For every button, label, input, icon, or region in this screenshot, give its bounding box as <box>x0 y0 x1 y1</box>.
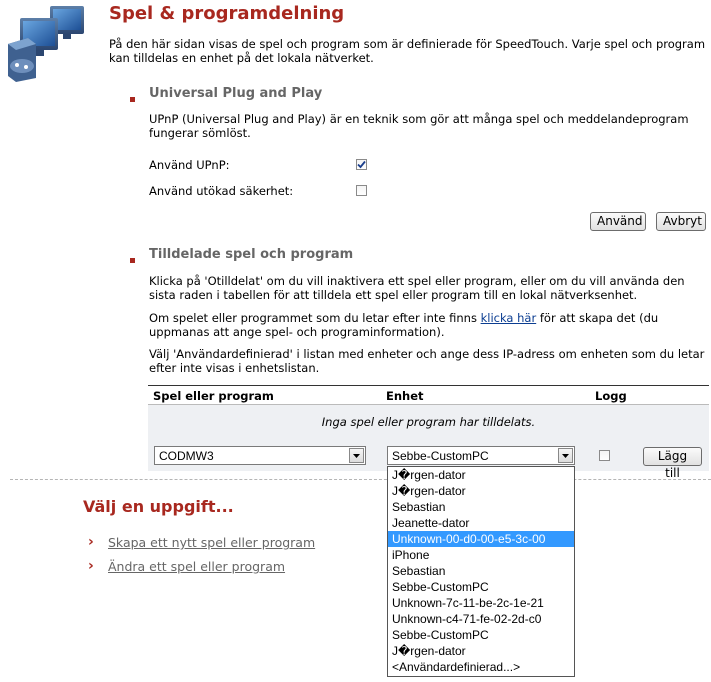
add-button[interactable]: Lägg till <box>643 447 702 480</box>
chevron-down-icon <box>558 448 573 463</box>
page-intro: På den här sidan visas de spel och progr… <box>109 37 706 65</box>
chevron-right-icon: › <box>88 534 94 550</box>
dropdown-option[interactable]: J�rgen-dator <box>388 643 574 659</box>
col-header-game: Spel eller program <box>153 389 274 403</box>
page-title: Spel & programdelning <box>109 3 345 24</box>
assigned-para-2-text: Om spelet eller programmet som du letar … <box>149 311 481 325</box>
dropdown-option[interactable]: Sebastian <box>388 499 574 515</box>
game-select-value: CODMW3 <box>159 449 214 463</box>
dropdown-option[interactable]: Unknown-00-d0-00-e5-3c-00 <box>388 531 574 547</box>
section-divider <box>10 479 711 480</box>
task-create-link[interactable]: Skapa ett nytt spel eller program <box>108 535 315 550</box>
col-header-log: Logg <box>595 389 627 403</box>
dropdown-option[interactable]: J�rgen-dator <box>388 467 574 483</box>
apply-button[interactable]: Använd <box>590 212 646 231</box>
dropdown-option[interactable]: Jeanette-dator <box>388 515 574 531</box>
empty-row-text: Inga spel eller program har tilldelats. <box>321 415 536 429</box>
section-bullet <box>130 258 135 263</box>
cancel-button[interactable]: Avbryt <box>656 212 706 231</box>
table-top-border <box>148 385 709 386</box>
dropdown-option[interactable]: Sebbe-CustomPC <box>388 579 574 595</box>
section-bullet <box>130 97 135 102</box>
dropdown-option[interactable]: Unknown-7c-11-be-2c-1e-21 <box>388 595 574 611</box>
chevron-right-icon: › <box>88 558 94 574</box>
create-link[interactable]: klicka här <box>481 311 537 325</box>
task-edit-link[interactable]: Ändra ett spel eller program <box>108 559 285 574</box>
page-logo <box>6 4 88 82</box>
dropdown-option[interactable]: Sebbe-CustomPC <box>388 627 574 643</box>
dropdown-option[interactable]: Unknown-c4-71-fe-02-2d-c0 <box>388 611 574 627</box>
dropdown-option[interactable]: iPhone <box>388 547 574 563</box>
device-dropdown-list[interactable]: J�rgen-dator J�rgen-dator Sebastian Jeanett… <box>387 466 575 677</box>
assigned-para-1: Klicka på 'Otilldelat' om du vill inakti… <box>149 274 685 302</box>
assigned-para-3: Välj 'Användardefinierad' i listan med e… <box>149 347 705 375</box>
checkmark-icon <box>357 160 366 169</box>
extended-security-label: Använd utökad säkerhet: <box>149 184 294 198</box>
extended-security-checkbox[interactable] <box>356 185 367 196</box>
game-select[interactable]: CODMW3 <box>154 446 366 465</box>
dropdown-option[interactable]: J�rgen-dator <box>388 483 574 499</box>
chevron-down-icon <box>349 448 364 463</box>
log-checkbox[interactable] <box>599 450 610 461</box>
assigned-para-2: Om spelet eller programmet som du letar … <box>149 311 709 339</box>
upnp-section-title: Universal Plug and Play <box>149 86 323 101</box>
dropdown-option[interactable]: <Användardefinierad...> <box>388 659 574 675</box>
device-select-value: Sebbe-CustomPC <box>392 449 489 463</box>
dropdown-option[interactable]: Sebastian <box>388 563 574 579</box>
use-upnp-label: Använd UPnP: <box>149 158 230 172</box>
use-upnp-checkbox[interactable] <box>356 159 367 170</box>
col-header-device: Enhet <box>386 389 424 403</box>
assigned-section-title: Tilldelade spel och program <box>149 247 354 262</box>
tasks-title: Välj en uppgift... <box>83 497 234 516</box>
device-select[interactable]: Sebbe-CustomPC <box>387 446 575 465</box>
upnp-description: UPnP (Universal Plug and Play) är en tek… <box>149 112 689 140</box>
